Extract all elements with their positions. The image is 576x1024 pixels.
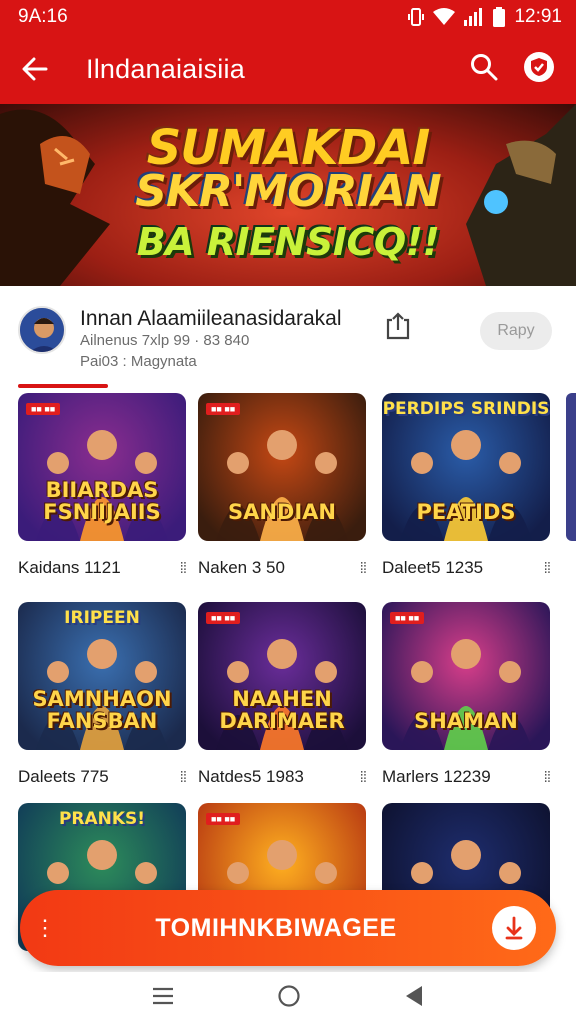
live-badge: ■■ ■■ xyxy=(206,813,241,825)
avatar-portrait xyxy=(20,308,64,352)
card-title: Kaidans 1121 xyxy=(18,558,121,577)
thumbnail-title-text: BIIARDAS FSNIIJAIIS xyxy=(43,478,161,524)
hero-banner[interactable]: SUMAKDAI SKR'MORIAN BA RIENSICQ!! xyxy=(0,104,576,286)
follow-button[interactable]: Rapy xyxy=(480,312,552,350)
battery-icon xyxy=(493,7,506,27)
live-badge: ■■ ■■ xyxy=(26,403,61,415)
thumbnail-title-text: SAMNHAON FANSBAN xyxy=(32,687,172,733)
back-button[interactable] xyxy=(0,34,70,104)
home-circle-icon xyxy=(278,984,300,1007)
thumbnail-top-text: IRIPEEN xyxy=(64,608,140,628)
menu-lines-icon xyxy=(152,987,173,1004)
card-caption: Marlers 12239 ⁞⁞ xyxy=(382,767,551,787)
recents-button[interactable] xyxy=(152,986,174,1011)
channel-stats: Ailnenus 7xlp 99 · 83 840 xyxy=(80,332,250,349)
live-badge: ■■ ■■ xyxy=(206,612,241,624)
banner-title-line-2: SKR'MORIAN xyxy=(135,166,441,217)
game-card[interactable]: PERDIPS SRINDIS PEATIDS Daleet5 1235 ⁞⁞ xyxy=(382,393,551,578)
channel-meta: Pai03 : Magynata xyxy=(80,353,197,370)
avatar[interactable] xyxy=(18,306,66,354)
shield-icon xyxy=(524,51,554,82)
channel-name: Innan Alaamiileanasidarakal xyxy=(80,307,342,330)
card-title: Daleets 775 xyxy=(18,767,109,786)
card-caption: Daleet5 1235 ⁞⁞ xyxy=(382,558,551,578)
status-bar: 9A:16 12:91 xyxy=(0,0,576,34)
more-grid-icon[interactable]: ⁞⁞ xyxy=(360,769,367,786)
more-grid-icon[interactable]: ⁞⁞ xyxy=(180,769,187,786)
partial-card-edge[interactable] xyxy=(566,393,576,541)
primary-cta-button[interactable]: ⋮ TOMIHNKBIWAGEE xyxy=(20,890,556,966)
cta-label: TOMIHNKBIWAGEE xyxy=(155,913,397,942)
home-button[interactable] xyxy=(277,984,301,1013)
search-icon xyxy=(471,53,498,80)
banner-title-line-3: BA RIENSICQ!! xyxy=(136,220,440,264)
page-title: Ilndanaiaisiia xyxy=(86,53,245,84)
card-caption: Daleets 775 ⁞⁞ xyxy=(18,767,187,787)
channel-info: Innan Alaamiileanasidarakal Ailnenus 7xl… xyxy=(0,300,576,380)
thumbnail-title-text: NAAHEN DARIMAER xyxy=(219,687,345,733)
status-time: 12:91 xyxy=(514,6,562,27)
signal-icon xyxy=(464,8,483,26)
game-thumbnail[interactable]: ■■ ■■ BIIARDAS FSNIIJAIIS xyxy=(18,393,186,541)
system-nav-bar xyxy=(0,972,576,1024)
download-icon xyxy=(492,906,536,950)
game-card[interactable]: ■■ ■■ SANDIAN Naken 3 50 ⁞⁞ xyxy=(198,393,367,578)
nav-back-button[interactable] xyxy=(404,985,424,1012)
game-thumbnail[interactable]: IRIPEEN SAMNHAON FANSBAN xyxy=(18,602,186,750)
thumbnail-title-text: SHAMAN xyxy=(414,708,518,733)
card-caption: Naken 3 50 ⁞⁞ xyxy=(198,558,367,578)
tab-indicator xyxy=(18,384,108,388)
status-icons: 12:91 xyxy=(408,6,562,28)
game-thumbnail[interactable]: ■■ ■■ SHAMAN xyxy=(382,602,550,750)
share-button[interactable] xyxy=(382,310,414,342)
card-title: Daleet5 1235 xyxy=(382,558,484,577)
live-badge: ■■ ■■ xyxy=(206,403,241,415)
card-title: Naken 3 50 xyxy=(198,558,285,577)
app-bar: Ilndanaiaisiia xyxy=(0,34,576,104)
search-button[interactable] xyxy=(470,53,498,86)
more-grid-icon[interactable]: ⁞⁞ xyxy=(360,560,367,577)
card-title: Marlers 12239 xyxy=(382,767,491,786)
more-grid-icon[interactable]: ⁞⁞ xyxy=(544,560,551,577)
game-thumbnail[interactable]: ■■ ■■ NAAHEN DARIMAER xyxy=(198,602,366,750)
thumbnail-top-text: PRANKS! xyxy=(58,809,146,829)
triangle-back-icon xyxy=(406,985,423,1006)
more-grid-icon[interactable]: ⁞⁞ xyxy=(180,560,187,577)
vibrate-icon xyxy=(408,8,425,26)
live-badge: ■■ ■■ xyxy=(390,612,425,624)
game-grid: ■■ ■■ BIIARDAS FSNIIJAIIS Kaidans 1121 ⁞⁞ ■■… xyxy=(0,393,576,951)
game-thumbnail[interactable]: ■■ ■■ SANDIAN xyxy=(198,393,366,541)
thumbnail-title-text: SANDIAN xyxy=(227,499,337,524)
thumbnail-title-text: PEATIDS xyxy=(416,499,516,524)
game-card[interactable]: ■■ ■■ BIIARDAS FSNIIJAIIS Kaidans 1121 ⁞⁞ xyxy=(18,393,187,578)
card-caption: Natdes5 1983 ⁞⁞ xyxy=(198,767,367,787)
game-card[interactable]: IRIPEEN SAMNHAON FANSBAN Daleets 775 ⁞⁞ xyxy=(18,602,187,787)
shield-button[interactable] xyxy=(524,51,554,87)
game-card[interactable]: ■■ ■■ NAAHEN DARIMAER Natdes5 1983 ⁞⁞ xyxy=(198,602,367,787)
share-icon xyxy=(386,312,410,340)
card-caption: Kaidans 1121 ⁞⁞ xyxy=(18,558,187,578)
game-thumbnail[interactable]: PERDIPS SRINDIS PEATIDS xyxy=(382,393,550,541)
back-arrow-icon xyxy=(22,57,48,81)
more-dots-icon: ⋮ xyxy=(34,915,56,940)
more-grid-icon[interactable]: ⁞⁞ xyxy=(544,769,551,786)
status-left-text: 9A:16 xyxy=(18,6,68,27)
game-card[interactable]: ■■ ■■ SHAMAN Marlers 12239 ⁞⁞ xyxy=(382,602,551,787)
thumbnail-top-text: PERDIPS SRINDIS xyxy=(382,399,550,419)
card-title: Natdes5 1983 xyxy=(198,767,304,786)
wifi-icon xyxy=(433,8,456,25)
